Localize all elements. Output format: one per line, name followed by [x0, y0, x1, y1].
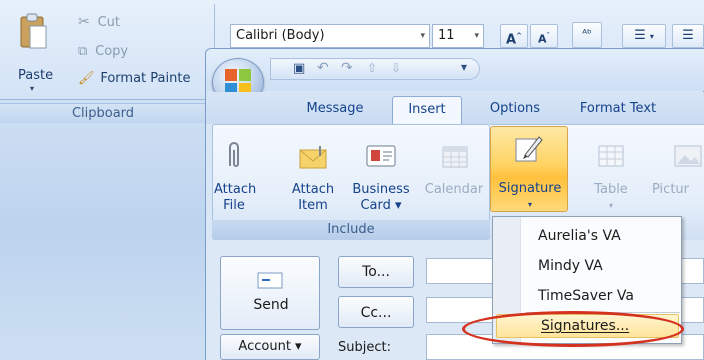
redo-icon[interactable]: ↷ [341, 60, 353, 76]
envelope-icon [299, 146, 327, 169]
bullets-icon: ☰ [634, 28, 646, 43]
chevron-down-icon: ▾ [608, 201, 613, 210]
table-icon [598, 145, 624, 167]
attach-item-label-1: Attach [291, 182, 335, 197]
grow-font-button[interactable]: A^ [500, 24, 528, 48]
paste-icon [20, 13, 47, 49]
picture-label: Pictur [652, 182, 689, 197]
business-card-button[interactable]: Business Card ▾ [346, 138, 416, 218]
paste-button[interactable]: Paste ▾ [10, 4, 58, 94]
highlight-circle [462, 311, 684, 347]
brush-icon: 🖌 [78, 71, 95, 86]
send-button[interactable]: Send [220, 256, 320, 330]
signature-pen-icon [515, 136, 543, 162]
up-arrow-icon[interactable]: ⇧ [367, 61, 377, 75]
format-painter-label: Format Painte [100, 71, 191, 86]
chevron-down-icon: ▾ [649, 32, 654, 41]
business-card-icon [366, 145, 396, 167]
shrink-font-button[interactable]: Aˇ [530, 24, 558, 48]
tab-options[interactable]: Options [474, 96, 556, 124]
attach-file-label-1: Attach [214, 182, 257, 197]
send-label: Send [253, 297, 289, 313]
cc-label: Cc... [360, 305, 392, 321]
cut-label: Cut [97, 15, 120, 30]
font-size-value: 11 [438, 28, 455, 43]
chevron-down-icon: ▾ [30, 84, 35, 93]
group-divider [214, 4, 215, 50]
signature-label: Signature [498, 181, 562, 196]
tab-message[interactable]: Message [290, 96, 380, 124]
attach-item-label-2: Item [298, 198, 328, 213]
calendar-icon [442, 146, 468, 168]
clear-formatting-icon: ᴬᵇ [582, 27, 592, 40]
cut-button[interactable]: ✂ Cut [78, 14, 178, 34]
copy-label: Copy [95, 44, 129, 59]
font-family-select[interactable]: Calibri (Body) ▾ [230, 24, 430, 48]
attach-item-button[interactable]: Attach Item [292, 138, 336, 218]
format-painter-button[interactable]: 🖌 Format Painte [78, 71, 208, 91]
font-family-value: Calibri (Body) [236, 28, 325, 43]
calendar-button[interactable]: Calendar [420, 138, 488, 218]
paperclip-icon [229, 142, 239, 167]
picture-icon [674, 145, 702, 167]
signature-item-timesaver-va[interactable]: TimeSaver Va [538, 284, 634, 308]
clipboard-group-label: Clipboard [0, 103, 206, 123]
table-label: Table [594, 182, 628, 197]
account-button[interactable]: Account ▾ [220, 334, 320, 360]
numbering-button[interactable]: ☰ [672, 24, 704, 48]
copy-button[interactable]: ⧉ Copy [78, 44, 178, 64]
customize-toolbar-icon[interactable]: ▾ [461, 60, 467, 74]
tab-format-text[interactable]: Format Text [568, 96, 668, 124]
font-size-select[interactable]: 11 ▾ [432, 24, 484, 48]
numbering-icon: ☰ [682, 28, 694, 43]
save-icon[interactable]: ▣ [293, 61, 305, 76]
signature-button[interactable]: Signature ▾ [490, 126, 568, 212]
chevron-down-icon: ▾ [420, 31, 425, 41]
table-button[interactable]: Table ▾ [582, 138, 640, 218]
cc-button[interactable]: Cc... [338, 296, 414, 328]
chevron-down-icon: ▾ [474, 31, 479, 41]
business-card-label-2: Card ▾ [360, 198, 402, 213]
scissors-icon: ✂ [78, 14, 90, 30]
signature-item-mindy-va[interactable]: Mindy VA [538, 254, 603, 278]
signature-item-aurelias-va[interactable]: Aurelia's VA [538, 224, 621, 248]
chevron-down-icon: ▾ [527, 200, 532, 209]
copy-icon: ⧉ [78, 44, 88, 59]
to-button[interactable]: To... [338, 256, 414, 288]
tab-insert[interactable]: Insert [392, 96, 462, 124]
send-icon [257, 272, 283, 289]
include-group-label: Include [212, 220, 490, 240]
account-label: Account ▾ [238, 339, 302, 354]
paste-label: Paste [18, 68, 54, 83]
attach-file-button[interactable]: Attach File [214, 138, 257, 218]
clear-formatting-button[interactable]: ᴬᵇ [572, 22, 602, 48]
calendar-label: Calendar [424, 182, 484, 197]
main-window-background [0, 100, 210, 360]
quick-access-toolbar: ▣ ↶ ↷ ⇧ ⇩ ▾ [270, 58, 480, 80]
down-arrow-icon[interactable]: ⇩ [391, 61, 401, 75]
business-card-label-1: Business [352, 182, 410, 197]
bullets-button[interactable]: ☰ ▾ [622, 24, 666, 48]
undo-icon[interactable]: ↶ [317, 60, 329, 76]
picture-button[interactable]: Pictur [652, 138, 704, 218]
to-label: To... [362, 264, 390, 280]
attach-file-label-2: File [223, 198, 245, 213]
subject-label: Subject: [338, 340, 391, 355]
